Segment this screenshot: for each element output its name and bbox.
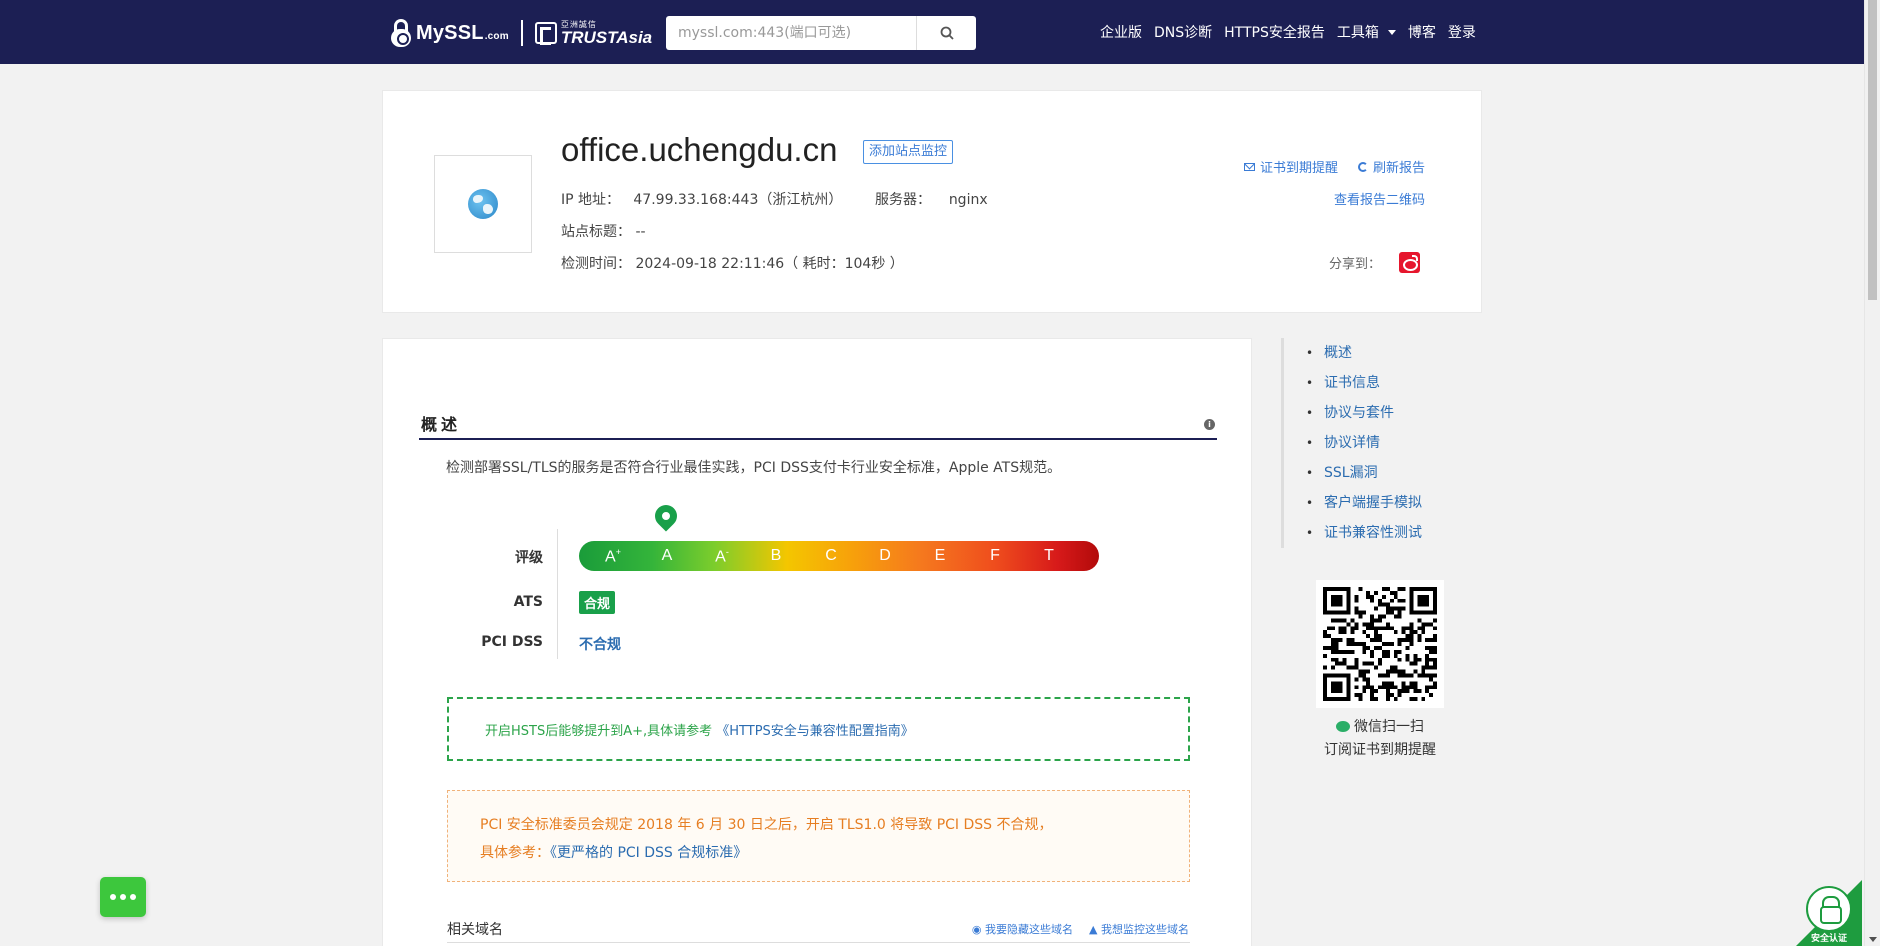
monitor-domains-link[interactable]: ▲ 我想监控这些域名 (1089, 921, 1189, 937)
main-nav: 企业版 DNS诊断 HTTPS安全报告 工具箱 博客 登录 (1100, 0, 1488, 64)
wechat-icon (1336, 721, 1350, 732)
sidebar-item-protocols[interactable]: 协议与套件 (1304, 398, 1422, 428)
weibo-icon[interactable] (1399, 252, 1420, 273)
refresh-report-link[interactable]: 刷新报告 (1357, 157, 1425, 176)
search-button[interactable] (916, 16, 976, 50)
section-divider (419, 438, 1217, 440)
domain-search (666, 16, 976, 50)
report-qr-link[interactable]: 查看报告二维码 (1334, 189, 1425, 208)
grade-a-plus: A+ (605, 547, 621, 566)
wechat-qr-code (1316, 580, 1444, 708)
grade-b: B (770, 547, 782, 564)
ip-row: IP 地址： 47.99.33.168:443（浙江杭州） (561, 189, 842, 209)
nav-dns[interactable]: DNS诊断 (1154, 22, 1212, 42)
related-divider (447, 942, 1190, 943)
lock-icon (1806, 886, 1852, 932)
pci-notice-text: PCI 安全标准委员会规定 2018 年 6 月 30 日之后，开启 TLS1.… (480, 817, 1053, 833)
mail-icon (1243, 162, 1255, 171)
nav-https-report[interactable]: HTTPS安全报告 (1224, 22, 1325, 42)
search-icon (940, 26, 954, 40)
hide-domains-link[interactable]: ◉ 我要隐藏这些域名 (972, 921, 1073, 937)
nav-enterprise[interactable]: 企业版 (1100, 22, 1142, 42)
section-title: 概述 (421, 415, 462, 434)
myssl-logo[interactable]: MySSL.com 亞洲誠信 TRUSTAsia (390, 18, 652, 48)
globe-icon (468, 189, 498, 219)
info-icon[interactable]: i (1204, 419, 1215, 430)
qr-caption: 微信扫一扫 订阅证书到期提醒 (1324, 719, 1436, 758)
card-actions: 证书到期提醒 刷新报告 (1224, 157, 1425, 176)
title-row: 站点标题： -- (561, 221, 646, 241)
nav-blog[interactable]: 博客 (1408, 22, 1436, 42)
site-info-card: office.uchengdu.cn 添加站点监控 IP 地址： 47.99.3… (382, 90, 1482, 313)
hsts-guide-link[interactable]: 《HTTPS安全与兼容性配置指南》 (716, 720, 914, 739)
add-monitor-button[interactable]: 添加站点监控 (863, 140, 954, 164)
server-row: 服务器： nginx (875, 189, 988, 209)
logo-text: MySSL.com (416, 21, 509, 44)
pci-notice-prefix: 具体参考： (480, 845, 550, 861)
lock-icon (390, 18, 412, 48)
pci-status[interactable]: 不合规 (579, 634, 621, 654)
ip-value: 47.99.33.168:443（浙江杭州） (633, 192, 843, 208)
sidebar-item-certificate[interactable]: 证书信息 (1304, 368, 1422, 398)
grade-label: 评级 (515, 550, 543, 566)
sidebar-item-overview[interactable]: 概述 (1304, 338, 1422, 368)
grade-marker-icon (650, 500, 682, 532)
overview-description: 检测部署SSL/TLS的服务是否符合行业最佳实践，PCI DSS支付卡行业安全标… (446, 460, 1062, 476)
related-domains-label: 相关域名 (447, 922, 503, 938)
share-row: 分享到： (1329, 252, 1420, 273)
refresh-icon (1357, 161, 1368, 172)
sidebar-item-compatibility[interactable]: 证书兼容性测试 (1304, 518, 1422, 548)
scrollbar-thumb[interactable] (1868, 0, 1877, 300)
security-badge[interactable]: 安全认证 (1796, 880, 1862, 946)
top-navigation-bar: MySSL.com 亞洲誠信 TRUSTAsia 企业版 DNS诊断 HTTPS… (0, 0, 1864, 64)
domain-title: office.uchengdu.cn (561, 131, 838, 168)
server-value: nginx (948, 192, 988, 208)
scroll-down-arrow[interactable] (1869, 937, 1877, 942)
related-actions: ◉ 我要隐藏这些域名 ▲ 我想监控这些域名 (956, 921, 1189, 937)
hsts-notice: 开启HSTS后能够提升到A+,具体请参考 《HTTPS安全与兼容性配置指南》 (447, 697, 1190, 761)
sidebar-item-vulnerabilities[interactable]: SSL漏洞 (1304, 458, 1422, 488)
trustasia-icon (534, 22, 557, 45)
logo-divider (520, 20, 523, 46)
share-label: 分享到： (1328, 257, 1381, 272)
time-value: 2024-09-18 22:11:46（ 耗时：104秒 ） (635, 256, 904, 272)
time-row: 检测时间： 2024-09-18 22:11:46（ 耗时：104秒 ） (561, 253, 904, 273)
title-label: 站点标题： (561, 224, 631, 240)
vertical-scrollbar[interactable] (1864, 0, 1880, 946)
trustasia-logo: 亞洲誠信 TRUSTAsia (560, 19, 653, 47)
grade-divider (557, 529, 558, 659)
grade-f: F (990, 547, 1000, 564)
ats-label: ATS (513, 594, 543, 610)
report-sidebar-nav: 概述 证书信息 协议与套件 协议详情 SSL漏洞 客户端握手模拟 证书兼容性测试 (1281, 338, 1422, 548)
server-label: 服务器： (875, 192, 931, 208)
ats-status-badge: 合规 (579, 591, 616, 614)
chevron-down-icon (1387, 29, 1396, 35)
nav-toolbox-label: 工具箱 (1336, 25, 1379, 41)
grade-c: C (825, 547, 837, 564)
grade-t: T (1044, 547, 1054, 564)
overview-panel: 概述 i 检测部署SSL/TLS的服务是否符合行业最佳实践，PCI DSS支付卡… (382, 338, 1252, 946)
ip-label: IP 地址： (561, 192, 621, 208)
nav-toolbox[interactable]: 工具箱 (1337, 22, 1396, 42)
grade-scale-bar: A+ A A- B C D E F T (579, 541, 1099, 571)
site-favicon (434, 155, 532, 253)
grade-a-minus: A- (715, 547, 729, 566)
nav-login[interactable]: 登录 (1448, 22, 1476, 42)
sidebar-item-handshake[interactable]: 客户端握手模拟 (1304, 488, 1422, 518)
search-input[interactable] (666, 16, 916, 50)
chat-button[interactable] (100, 877, 146, 917)
grade-e: E (934, 547, 946, 564)
grade-a: A (661, 547, 673, 564)
cert-reminder-link[interactable]: 证书到期提醒 (1243, 157, 1338, 176)
time-label: 检测时间： (561, 256, 631, 272)
hsts-notice-text: 开启HSTS后能够提升到A+,具体请参考 (485, 723, 713, 739)
title-value: -- (635, 224, 646, 240)
sidebar-item-protocol-details[interactable]: 协议详情 (1304, 428, 1422, 458)
grade-d: D (879, 547, 891, 564)
pci-notice: PCI 安全标准委员会规定 2018 年 6 月 30 日之后，开启 TLS1.… (447, 790, 1190, 882)
pci-standard-link[interactable]: 《更严格的 PCI DSS 合规标准》 (550, 845, 747, 861)
pci-label: PCI DSS (481, 634, 543, 650)
